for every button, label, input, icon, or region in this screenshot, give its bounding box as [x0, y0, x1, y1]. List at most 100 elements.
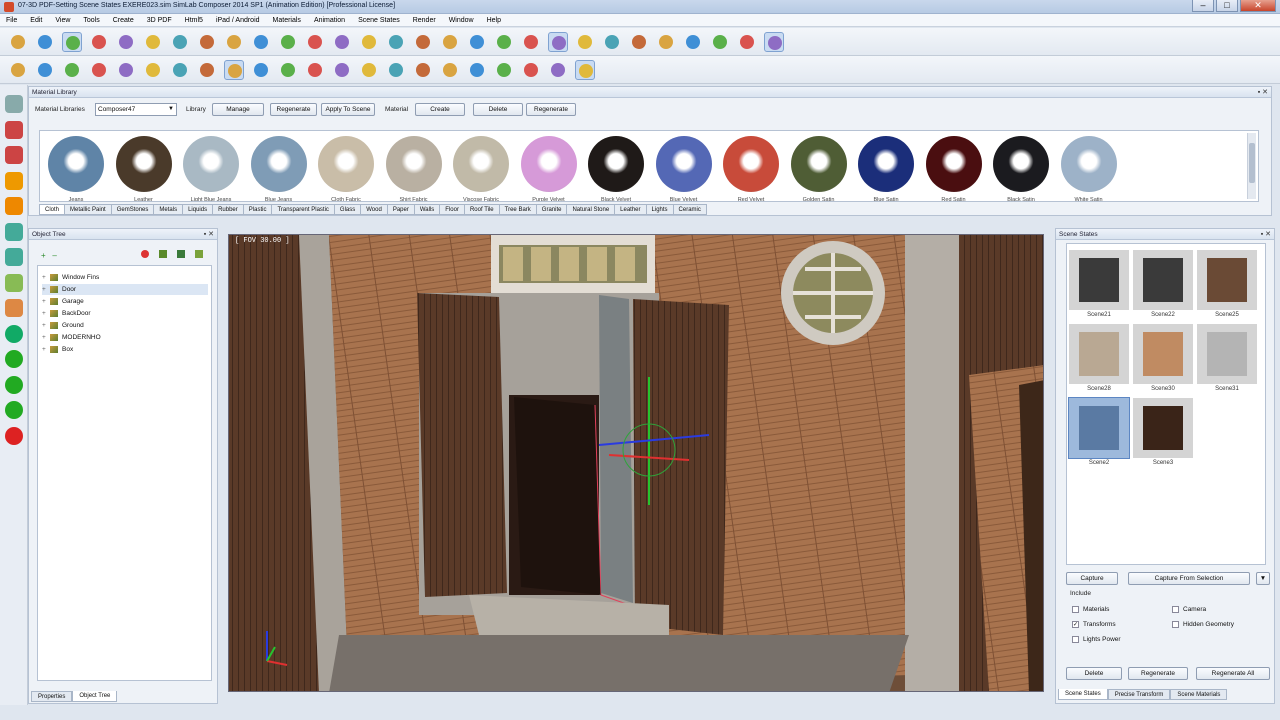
regenerate-library-button[interactable]: Regenerate — [270, 103, 317, 116]
bottle-icon[interactable] — [467, 60, 487, 80]
material-pick-icon[interactable] — [224, 60, 244, 80]
camera-zoom-icon[interactable] — [143, 60, 163, 80]
category-tab[interactable]: Lights — [646, 204, 674, 215]
delete-material-button[interactable]: Delete — [473, 103, 523, 116]
diamond-icon[interactable] — [548, 60, 568, 80]
capture-from-selection-button[interactable]: Capture From Selection — [1128, 572, 1250, 585]
expand-icon[interactable]: + — [42, 308, 50, 319]
scene-thumbnail[interactable]: Scene30 — [1133, 324, 1193, 392]
menu-tools[interactable]: Tools — [83, 17, 99, 24]
expand-icon[interactable]: + — [42, 344, 50, 355]
select-box-icon[interactable] — [62, 32, 82, 52]
select-face-icon[interactable] — [89, 32, 109, 52]
material-libraries-select[interactable]: Composer47 ▼ — [95, 103, 177, 116]
material-swatch[interactable]: Red Satin — [924, 134, 984, 201]
lights-lib-icon[interactable] — [5, 273, 23, 292]
menu-help[interactable]: Help — [487, 17, 501, 24]
material-swatch[interactable]: White Satin — [1059, 134, 1119, 201]
category-tab[interactable]: Natural Stone — [567, 204, 616, 215]
regenerate-all-button[interactable]: Regenerate All — [1196, 667, 1270, 680]
3d-viewport[interactable]: [ FOV 30.00 ] — [228, 234, 1044, 692]
menu-render[interactable]: Render — [413, 17, 436, 24]
camera-orbit-icon[interactable] — [89, 60, 109, 80]
cursor-icon[interactable] — [8, 32, 28, 52]
category-tab[interactable]: Metallic Paint — [65, 204, 112, 215]
view-front-icon[interactable] — [5, 95, 23, 113]
category-tab[interactable]: Floor — [440, 204, 465, 215]
category-tab[interactable]: Ceramic — [673, 204, 707, 215]
material-swatch[interactable]: Shirt Fabric — [384, 134, 444, 201]
tree-item[interactable]: + MODERNHO — [42, 332, 101, 343]
category-tab[interactable]: Roof Tile — [464, 204, 500, 215]
apply-to-scene-button[interactable]: Apply To Scene — [321, 103, 375, 116]
regenerate-material-button[interactable]: Regenerate — [526, 103, 576, 116]
option-hidden-geometry[interactable]: Hidden Geometry — [1172, 621, 1234, 628]
expand-icon[interactable]: + — [42, 332, 50, 343]
step-forward-icon[interactable] — [5, 375, 23, 394]
category-tab[interactable]: Liquids — [183, 204, 214, 215]
explode-icon[interactable] — [359, 32, 379, 52]
zoom-window-icon[interactable] — [575, 32, 595, 52]
camera-lib-icon[interactable] — [5, 248, 23, 266]
show-object-icon[interactable] — [5, 171, 23, 190]
category-tab[interactable]: Metals — [154, 204, 184, 215]
panel-pin-icon[interactable]: ▪ ✕ — [1258, 87, 1268, 98]
zoom-selected-icon[interactable] — [548, 32, 568, 52]
pivot-icon[interactable] — [197, 32, 217, 52]
flower-icon[interactable] — [413, 60, 433, 80]
tree-link-icon[interactable] — [195, 250, 203, 258]
light-point-icon[interactable] — [683, 32, 703, 52]
orbit-icon[interactable] — [602, 32, 622, 52]
material-swatch[interactable]: Leather — [114, 134, 174, 201]
tree-group-icon[interactable] — [159, 250, 167, 258]
paint-icon[interactable] — [251, 32, 271, 52]
menu-create[interactable]: Create — [113, 17, 134, 24]
material-swatch[interactable]: Red Velvet — [721, 134, 781, 201]
scene-thumbnail[interactable]: Scene22 — [1133, 250, 1193, 318]
redo-icon[interactable] — [467, 32, 487, 52]
panel-pin-icon[interactable]: ▪ ✕ — [1261, 229, 1271, 240]
category-tab[interactable]: GemStones — [111, 204, 155, 215]
material-swatch[interactable]: Cloth Fabric — [316, 134, 376, 201]
category-tab[interactable]: Tree Bark — [499, 204, 537, 215]
minimize-button[interactable]: – — [1192, 0, 1214, 12]
regenerate-scene-button[interactable]: Regenerate — [1128, 667, 1188, 680]
category-tab[interactable]: Leather — [615, 204, 647, 215]
isolate-icon[interactable] — [332, 32, 352, 52]
tree-item[interactable]: + Garage — [42, 296, 84, 307]
rotate-icon[interactable] — [143, 32, 163, 52]
menu-html5[interactable]: Html5 — [185, 17, 203, 24]
scene-thumbnail[interactable]: Scene3 — [1133, 398, 1193, 466]
play-icon[interactable] — [5, 350, 23, 368]
monitor-icon[interactable] — [521, 60, 541, 80]
material-swatch[interactable]: Black Velvet — [586, 134, 646, 201]
expand-icon[interactable]: + — [42, 320, 50, 331]
category-tab[interactable]: Wood — [361, 204, 388, 215]
scale-icon[interactable] — [170, 32, 190, 52]
tree-item[interactable]: + Door — [42, 284, 208, 295]
scene-thumbnail[interactable]: Scene31 — [1197, 324, 1257, 392]
globe-icon[interactable] — [8, 60, 28, 80]
swatch-scrollbar[interactable] — [1247, 133, 1256, 199]
option-materials[interactable]: Materials — [1072, 606, 1109, 613]
menu-materials[interactable]: Materials — [273, 17, 301, 24]
move-icon[interactable] — [116, 32, 136, 52]
hide-icon[interactable] — [278, 32, 298, 52]
capture-icon[interactable] — [305, 60, 325, 80]
render-icon[interactable] — [764, 32, 784, 52]
material-swatch[interactable]: Viscose Fabric — [451, 134, 511, 201]
photo-icon[interactable] — [278, 60, 298, 80]
globe-icon[interactable] — [5, 324, 23, 343]
menu-scene-states[interactable]: Scene States — [358, 17, 400, 24]
geometry-lib-icon[interactable] — [5, 222, 23, 241]
tree-add-icon[interactable]: + ‒ — [41, 251, 57, 260]
material-swatch[interactable]: Blue Jeans — [249, 134, 309, 201]
menu-file[interactable]: File — [6, 17, 17, 24]
scrollbar-thumb[interactable] — [1249, 143, 1255, 183]
cup-icon[interactable] — [359, 60, 379, 80]
light-area-icon[interactable] — [710, 32, 730, 52]
menu-ipad-android[interactable]: iPad / Android — [216, 17, 260, 24]
panel-pin-icon[interactable]: ▪ ✕ — [204, 229, 214, 240]
category-tab[interactable]: Plastic — [243, 204, 273, 215]
puzzle-icon[interactable] — [332, 60, 352, 80]
